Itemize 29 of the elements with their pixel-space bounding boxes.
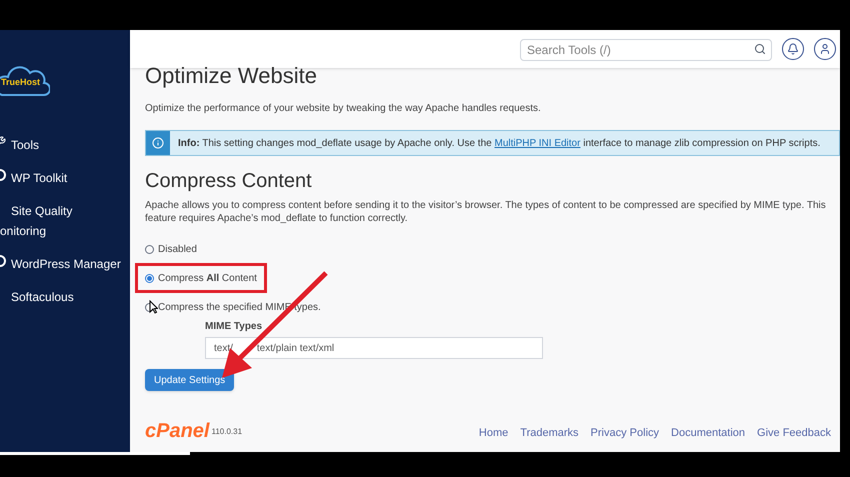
sidebar-item[interactable]: Softaculous xyxy=(11,287,74,307)
radio-option[interactable]: Compress All Content xyxy=(135,263,267,293)
page-description: Optimize the performance of your website by tweaking the way Apache handles requests. xyxy=(145,102,542,116)
search-field[interactable]: Search Tools (/) xyxy=(520,39,772,61)
sidebar-item[interactable]: Tools xyxy=(11,135,40,155)
cpanel-logo: cPanel xyxy=(145,421,210,441)
bell-icon[interactable] xyxy=(782,38,804,60)
user-icon[interactable] xyxy=(814,38,836,60)
sidebar-item[interactable]: WP Toolkit xyxy=(11,168,68,188)
version-text: 110.0.31 xyxy=(211,426,242,438)
sidebar-item[interactable]: WordPress Manager xyxy=(11,254,121,274)
editor-link[interactable]: MultiPHP INI Editor xyxy=(494,138,580,148)
section-title: Compress Content xyxy=(145,169,313,193)
search-icon xyxy=(754,43,766,55)
page-title: Optimize Website xyxy=(145,64,318,88)
info-icon xyxy=(152,137,164,149)
info-text: Info: This setting changes mod_deflate usage by Apache only. Use the MultiPHP INI Editor interface to manage zlib compression on PHP scripts. xyxy=(177,136,820,150)
cursor-icon xyxy=(149,300,158,314)
footer-link[interactable]: Give Feedback xyxy=(757,424,831,441)
section-description: Apache allows you to compress content before sending it to the visitor’s browser. The types of content to be compressed are specified by MIME type. This feature requires Apache’s mod_deflate to function correctly. xyxy=(145,199,827,225)
footer-link[interactable]: Home xyxy=(478,424,508,441)
radio-option[interactable]: Disabled xyxy=(145,239,197,259)
field-label: MIME Types xyxy=(205,320,264,334)
footer-link[interactable]: Privacy Policy xyxy=(590,424,660,441)
footer-link[interactable]: Documentation xyxy=(671,424,746,441)
mime-types-field[interactable]: text/ text/plain text/xml xyxy=(205,337,543,359)
sidebar-item[interactable]: Site Quality onitoring xyxy=(0,201,72,241)
footer-link[interactable]: Trademarks xyxy=(520,424,579,441)
update-settings-button[interactable]: Update Settings xyxy=(145,369,234,391)
